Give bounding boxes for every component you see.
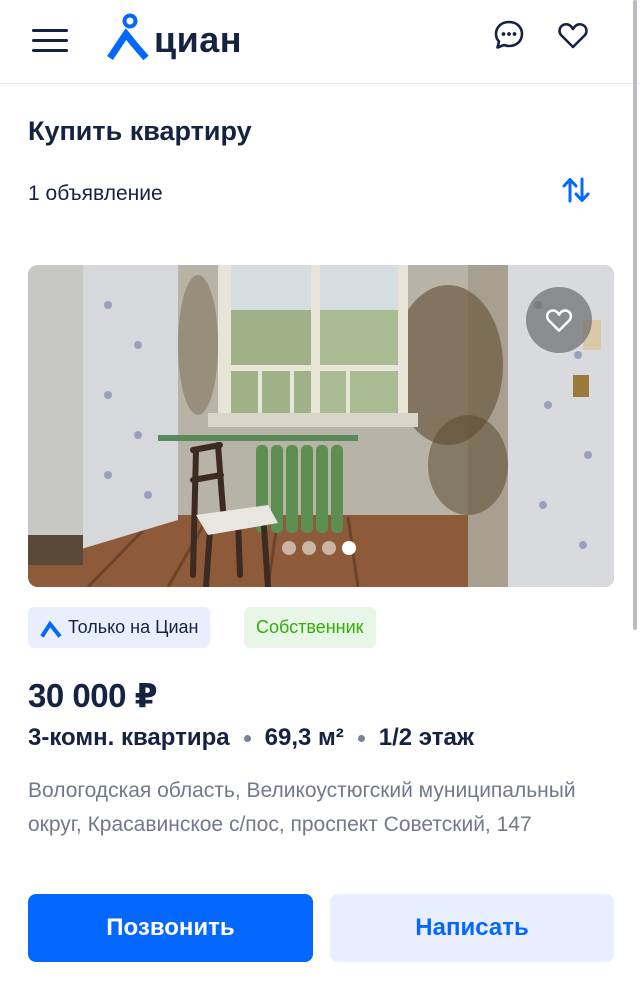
heart-outline-icon	[545, 309, 573, 332]
listing-price: 30 000 ₽	[28, 677, 158, 714]
results-count: 1 объявление	[28, 182, 163, 205]
write-button[interactable]: Написать	[330, 894, 614, 962]
hamburger-menu-icon[interactable]	[32, 26, 70, 56]
heart-outline-icon[interactable]	[556, 18, 590, 52]
cian-logo-icon	[40, 620, 62, 638]
photo-dot-active[interactable]	[342, 541, 356, 555]
listing-address: Вологодская область, Великоустюгский мун…	[28, 779, 576, 836]
photo-pagination-dots	[282, 541, 356, 555]
rooms-label: 3-комн. квартира	[28, 724, 230, 751]
floor-label: 1/2 этаж	[378, 724, 474, 751]
separator-dot	[243, 734, 251, 742]
listing-params: 3-комн. квартира 69,3 м² 1/2 этаж	[28, 724, 474, 752]
cian-logo[interactable]: циан	[106, 8, 242, 62]
badge-owner: Собственник	[244, 607, 376, 648]
call-button[interactable]: Позвонить	[28, 894, 313, 962]
badge-cian-label: Только на Циан	[68, 617, 199, 637]
photo-dot[interactable]	[322, 541, 336, 555]
area-label: 69,3 м²	[264, 724, 344, 751]
scrollbar[interactable]	[633, 0, 637, 630]
sort-arrows-icon[interactable]	[560, 174, 592, 206]
cian-logo-icon	[107, 13, 149, 61]
chat-bubble-icon[interactable]	[492, 18, 526, 52]
photo-dot[interactable]	[302, 541, 316, 555]
badge-owner-label: Собственник	[256, 617, 364, 637]
separator-dot	[357, 734, 365, 742]
logo-text: циан	[154, 19, 243, 60]
top-header: циан	[0, 0, 640, 84]
badge-cian-only: Только на Циан	[28, 607, 211, 648]
page-title: Купить квартиру	[28, 116, 252, 146]
listing-photo[interactable]	[28, 265, 614, 587]
photo-favorite-button[interactable]	[526, 287, 592, 353]
photo-dot[interactable]	[282, 541, 296, 555]
